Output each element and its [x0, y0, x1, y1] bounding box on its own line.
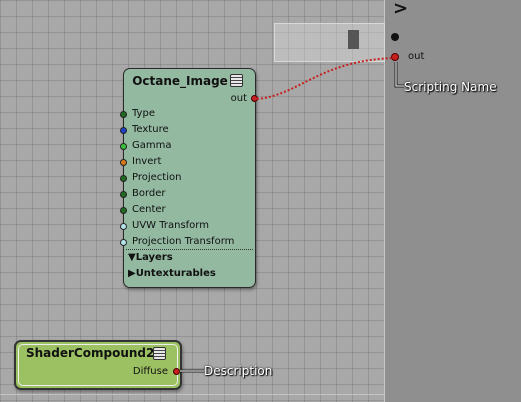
callout-leader-scripting	[394, 62, 404, 88]
connection-wire	[256, 57, 396, 100]
description-callout: Description	[204, 364, 273, 378]
connection-overlay	[180, 57, 404, 373]
scripting-name-callout: Scripting Name	[404, 80, 497, 94]
